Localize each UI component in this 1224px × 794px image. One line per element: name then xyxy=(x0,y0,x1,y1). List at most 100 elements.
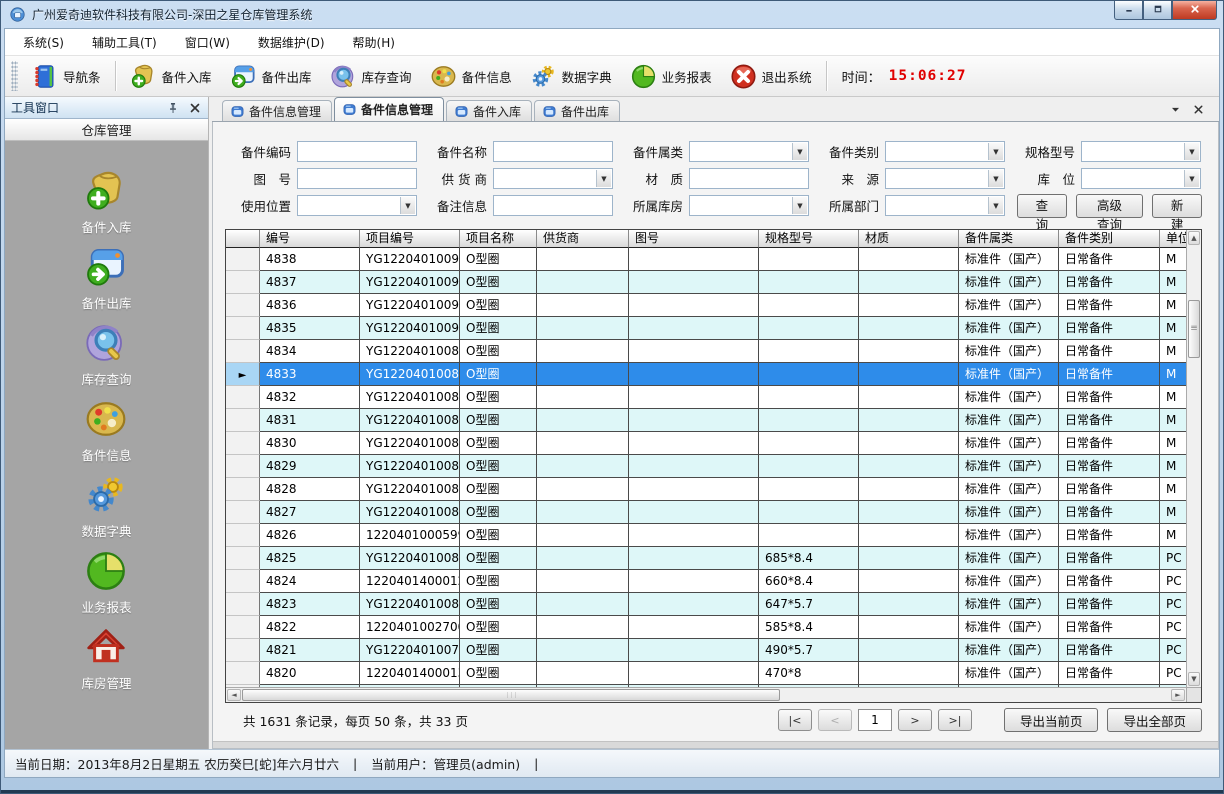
row-selector-cell[interactable] xyxy=(226,386,260,409)
page-first-button[interactable]: |< xyxy=(778,709,812,731)
scroll-down-icon[interactable]: ▼ xyxy=(1188,672,1200,686)
row-selector-cell[interactable] xyxy=(226,432,260,455)
field-part-name-input[interactable] xyxy=(493,141,613,162)
toolbar-grip-handle[interactable] xyxy=(11,61,18,91)
table-row[interactable]: 4831YG12204010086O型圈标准件（国产）日常备件M xyxy=(226,409,1186,432)
page-next-button[interactable]: > xyxy=(898,709,932,731)
horizontal-scroll-thumb[interactable] xyxy=(242,689,780,701)
column-header-3[interactable]: 项目名称 xyxy=(460,230,537,248)
tab-2-active[interactable]: 备件信息管理 xyxy=(334,97,444,121)
table-row[interactable]: 4823YG12204010080O型圈647*5.7标准件（国产）日常备件PC xyxy=(226,593,1186,616)
sidebar-item-report[interactable]: 业务报表 xyxy=(81,549,131,616)
field-part-code-input[interactable] xyxy=(297,141,417,162)
export-all-pages-button[interactable]: 导出全部页 xyxy=(1107,708,1202,732)
tab-1[interactable]: 备件信息管理 xyxy=(222,100,332,121)
sidebar-item-warehouse[interactable]: 库房管理 xyxy=(81,625,131,692)
sidebar-group-header[interactable]: 仓库管理 xyxy=(5,119,208,141)
column-header-9[interactable]: 备件类别 xyxy=(1059,230,1160,248)
horizontal-scrollbar[interactable]: ◄ ► xyxy=(226,687,1186,702)
field-warehouse-select[interactable]: ▼ xyxy=(689,195,809,216)
field-material-input[interactable] xyxy=(689,168,809,189)
row-selector-cell[interactable] xyxy=(226,455,260,478)
table-row[interactable]: 48201220401400013O型圈470*8标准件（国产）日常备件PC xyxy=(226,662,1186,685)
column-header-7[interactable]: 材质 xyxy=(859,230,959,248)
column-header-8[interactable]: 备件属类 xyxy=(959,230,1059,248)
scroll-left-icon[interactable]: ◄ xyxy=(227,689,241,701)
table-row[interactable]: 4828YG12204010083O型圈标准件（国产）日常备件M xyxy=(226,478,1186,501)
pin-icon[interactable] xyxy=(166,101,180,115)
column-header-4[interactable]: 供货商 xyxy=(537,230,629,248)
row-selector-cell[interactable] xyxy=(226,662,260,685)
table-row[interactable]: 4821YG12204010079O型圈490*5.7标准件（国产）日常备件PC xyxy=(226,639,1186,662)
table-row[interactable]: 48241220401400012O型圈660*8.4标准件（国产）日常备件PC xyxy=(226,570,1186,593)
page-number-input[interactable] xyxy=(858,709,892,731)
close-x-icon[interactable] xyxy=(188,101,202,115)
vertical-scroll-thumb[interactable] xyxy=(1188,300,1200,358)
row-selector-cell[interactable] xyxy=(226,271,260,294)
query-button[interactable]: 查询 xyxy=(1017,194,1067,218)
row-selector-cell[interactable] xyxy=(226,340,260,363)
table-row[interactable]: 4837YG12204010092O型圈标准件（国产）日常备件M xyxy=(226,271,1186,294)
page-last-button[interactable]: >| xyxy=(938,709,972,731)
table-row[interactable]: 4830YG12204010085O型圈标准件（国产）日常备件M xyxy=(226,432,1186,455)
field-source-select[interactable]: ▼ xyxy=(885,168,1005,189)
table-row[interactable]: 4836YG12204010091O型圈标准件（国产）日常备件M xyxy=(226,294,1186,317)
table-row[interactable]: 4827YG12204010082O型圈标准件（国产）日常备件M xyxy=(226,501,1186,524)
menu-help[interactable]: 帮助(H) xyxy=(339,29,409,55)
menu-window[interactable]: 窗口(W) xyxy=(171,29,244,55)
toolbar-stock-query-button[interactable]: 库存查询 xyxy=(321,61,421,92)
tab-4[interactable]: 备件出库 xyxy=(534,100,620,121)
row-selector-cell[interactable] xyxy=(226,547,260,570)
row-selector-cell[interactable] xyxy=(226,478,260,501)
row-selector-cell[interactable] xyxy=(226,616,260,639)
toolbar-parts-in-button[interactable]: 备件入库 xyxy=(121,61,221,92)
tab-3[interactable]: 备件入库 xyxy=(446,100,532,121)
scroll-up-icon[interactable]: ▲ xyxy=(1188,231,1200,245)
field-use-position-select[interactable]: ▼ xyxy=(297,195,417,216)
row-selector-cell[interactable] xyxy=(226,593,260,616)
table-row[interactable]: 4832YG12204010087O型圈标准件（国产）日常备件M xyxy=(226,386,1186,409)
vertical-scrollbar[interactable]: ▲ ▼ xyxy=(1186,230,1201,687)
column-header-10[interactable]: 单位 xyxy=(1160,230,1186,248)
field-part-category-select[interactable]: ▼ xyxy=(689,141,809,162)
menu-system[interactable]: 系统(S) xyxy=(9,29,78,55)
toolbar-exit-button[interactable]: 退出系统 xyxy=(721,61,821,92)
toolbar-report-button[interactable]: 业务报表 xyxy=(621,61,721,92)
sidebar-item-data-dict[interactable]: 数据字典 xyxy=(81,473,131,540)
close-x-icon[interactable] xyxy=(1192,103,1205,116)
table-row[interactable]: 4829YG12204010084O型圈标准件（国产）日常备件M xyxy=(226,455,1186,478)
row-selector-cell[interactable] xyxy=(226,524,260,547)
field-remark-input[interactable] xyxy=(493,195,613,216)
column-header-6[interactable]: 规格型号 xyxy=(759,230,859,248)
toolbar-parts-info-button[interactable]: 备件信息 xyxy=(421,61,521,92)
table-row[interactable]: 4825YG12204010081O型圈685*8.4标准件（国产）日常备件PC xyxy=(226,547,1186,570)
page-prev-button[interactable]: < xyxy=(818,709,852,731)
row-selector-cell[interactable] xyxy=(226,317,260,340)
close-button[interactable] xyxy=(1172,1,1217,20)
field-location-select[interactable]: ▼ xyxy=(1081,168,1201,189)
row-selector-cell[interactable] xyxy=(226,570,260,593)
row-selector-cell[interactable] xyxy=(226,409,260,432)
field-part-type-select[interactable]: ▼ xyxy=(885,141,1005,162)
minimize-button[interactable] xyxy=(1114,1,1143,20)
row-selector-cell[interactable] xyxy=(226,294,260,317)
scroll-right-icon[interactable]: ► xyxy=(1171,689,1185,701)
menu-tools[interactable]: 辅助工具(T) xyxy=(78,29,171,55)
menu-data-maintain[interactable]: 数据维护(D) xyxy=(244,29,339,55)
field-figure-no-input[interactable] xyxy=(297,168,417,189)
toolbar-data-dict-button[interactable]: 数据字典 xyxy=(521,61,621,92)
toolbar-navbar-button[interactable]: 导航条 xyxy=(22,61,110,92)
new-button[interactable]: 新建 xyxy=(1152,194,1202,218)
table-row[interactable]: 4834YG12204010089O型圈标准件（国产）日常备件M xyxy=(226,340,1186,363)
sidebar-item-stock-query[interactable]: 库存查询 xyxy=(81,321,131,388)
sidebar-item-parts-info[interactable]: 备件信息 xyxy=(81,397,131,464)
row-selector-cell[interactable]: ► xyxy=(226,363,260,386)
column-header-1[interactable]: 编号 xyxy=(260,230,360,248)
advanced-query-button[interactable]: 高级查询 xyxy=(1076,194,1144,218)
maximize-button[interactable] xyxy=(1143,1,1172,20)
chevron-down-icon[interactable] xyxy=(1169,103,1182,116)
column-header-5[interactable]: 图号 xyxy=(629,230,759,248)
table-row[interactable]: 48221220401002700O型圈585*8.4标准件（国产）日常备件PC xyxy=(226,616,1186,639)
field-supplier-select[interactable]: ▼ xyxy=(493,168,613,189)
table-row[interactable]: 48261220401000599O型圈标准件（国产）日常备件M xyxy=(226,524,1186,547)
